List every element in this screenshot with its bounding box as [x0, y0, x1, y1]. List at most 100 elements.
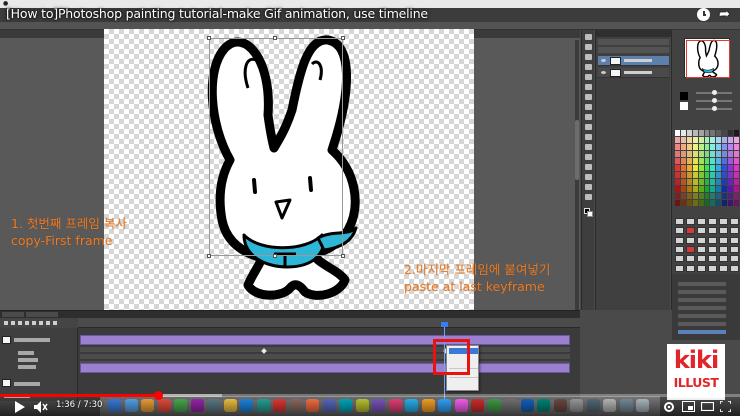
timeline-track-copy[interactable]	[80, 335, 570, 345]
color-slider-r[interactable]	[696, 90, 732, 95]
swatch-cell[interactable]	[686, 165, 692, 171]
context-menu-item[interactable]	[449, 385, 478, 391]
swatch-cell[interactable]	[675, 179, 680, 185]
pen-tool-icon[interactable]	[585, 164, 592, 170]
swatch-cell[interactable]	[698, 144, 704, 150]
theater-icon[interactable]	[701, 402, 714, 411]
swatch-cell[interactable]	[686, 179, 692, 185]
swatch-cell[interactable]	[698, 172, 704, 178]
swatch-cell[interactable]	[686, 137, 692, 143]
progress-scrubber[interactable]	[153, 391, 163, 400]
swatch-cell[interactable]	[716, 165, 722, 171]
eraser-tool-icon[interactable]	[585, 134, 592, 140]
swatch-cell[interactable]	[686, 172, 692, 178]
style-cell[interactable]	[719, 236, 728, 244]
swatch-cell[interactable]	[686, 193, 692, 199]
swatch-cell[interactable]	[675, 165, 680, 171]
eye-icon[interactable]	[601, 71, 606, 74]
eyedropper-tool-icon[interactable]	[585, 84, 592, 90]
swatch-cell[interactable]	[722, 186, 728, 192]
swatch-cell[interactable]	[716, 151, 722, 157]
swatch-cell[interactable]	[698, 151, 704, 157]
style-cell[interactable]	[708, 236, 717, 244]
swatch-cell[interactable]	[722, 193, 728, 199]
swatch-cell[interactable]	[692, 137, 698, 143]
history-item-current[interactable]	[678, 330, 726, 334]
play-icon[interactable]	[14, 401, 25, 413]
swatch-cell[interactable]	[722, 130, 728, 136]
color-foreground-chip[interactable]	[680, 92, 688, 100]
style-cell[interactable]	[686, 227, 695, 235]
swatch-cell[interactable]	[704, 186, 710, 192]
layer-filter-row[interactable]	[598, 39, 669, 45]
swatch-cell[interactable]	[704, 158, 710, 164]
swatch-cell[interactable]	[716, 137, 722, 143]
swatch-cell[interactable]	[692, 144, 698, 150]
swatch-cell[interactable]	[680, 186, 686, 192]
swatch-cell[interactable]	[698, 130, 704, 136]
swatch-cell[interactable]	[728, 130, 734, 136]
style-cell[interactable]	[708, 255, 717, 263]
fullscreen-icon[interactable]	[720, 401, 731, 412]
stamp-tool-icon[interactable]	[585, 114, 592, 120]
swatch-cell[interactable]	[710, 151, 716, 157]
swatch-cell[interactable]	[728, 151, 734, 157]
style-cell[interactable]	[675, 236, 684, 244]
swatch-cell[interactable]	[704, 151, 710, 157]
mute-icon[interactable]	[34, 401, 48, 413]
watch-later-icon[interactable]	[697, 8, 710, 21]
swatch-cell[interactable]	[680, 130, 686, 136]
style-cell[interactable]	[730, 218, 739, 225]
style-cell[interactable]	[719, 255, 728, 263]
healing-tool-icon[interactable]	[585, 94, 592, 100]
history-item[interactable]	[678, 322, 726, 326]
canvas-scrollbar[interactable]	[575, 40, 579, 310]
style-cell[interactable]	[686, 255, 695, 263]
swatch-cell[interactable]	[698, 193, 704, 199]
keyframe-row-opacity[interactable]	[80, 354, 570, 360]
hand-tool-icon[interactable]	[585, 194, 592, 200]
background-color-swatch[interactable]	[587, 211, 593, 217]
swatch-cell[interactable]	[692, 193, 698, 199]
swatch-cell[interactable]	[728, 193, 734, 199]
swatch-cell[interactable]	[710, 172, 716, 178]
transition-icon[interactable]	[53, 321, 57, 325]
swatch-cell[interactable]	[728, 186, 734, 192]
swatch-cell[interactable]	[704, 200, 710, 206]
eye-icon[interactable]	[601, 59, 606, 62]
style-cell[interactable]	[686, 264, 695, 272]
style-cell[interactable]	[675, 227, 684, 235]
swatch-cell[interactable]	[710, 193, 716, 199]
swatch-cell[interactable]	[716, 200, 722, 206]
style-cell[interactable]	[686, 218, 695, 225]
swatch-cell[interactable]	[716, 158, 722, 164]
swatch-cell[interactable]	[675, 186, 680, 192]
style-cell[interactable]	[675, 255, 684, 263]
swatch-cell[interactable]	[686, 158, 692, 164]
swatch-cell[interactable]	[698, 179, 704, 185]
quick-select-tool-icon[interactable]	[585, 64, 592, 70]
swatch-cell[interactable]	[734, 130, 739, 136]
swatch-cell[interactable]	[722, 200, 728, 206]
progress-bar[interactable]	[0, 391, 740, 400]
swatches-grid[interactable]	[675, 130, 739, 206]
swatch-cell[interactable]	[704, 144, 710, 150]
swatch-cell[interactable]	[710, 144, 716, 150]
style-cell[interactable]	[719, 227, 728, 235]
swatch-cell[interactable]	[686, 144, 692, 150]
next-frame-icon[interactable]	[25, 321, 29, 325]
timeline-ruler[interactable]	[78, 318, 580, 328]
swatch-cell[interactable]	[734, 151, 739, 157]
play-timeline-icon[interactable]	[18, 321, 22, 325]
swatch-cell[interactable]	[680, 137, 686, 143]
swatch-cell[interactable]	[680, 172, 686, 178]
swatch-cell[interactable]	[686, 186, 692, 192]
tab-timeline[interactable]	[2, 312, 24, 317]
style-cell[interactable]	[697, 255, 706, 263]
style-cell[interactable]	[730, 236, 739, 244]
swatch-cell[interactable]	[722, 172, 728, 178]
swatch-cell[interactable]	[722, 165, 728, 171]
style-cell[interactable]	[675, 264, 684, 272]
swatch-cell[interactable]	[698, 137, 704, 143]
swatch-cell[interactable]	[716, 144, 722, 150]
